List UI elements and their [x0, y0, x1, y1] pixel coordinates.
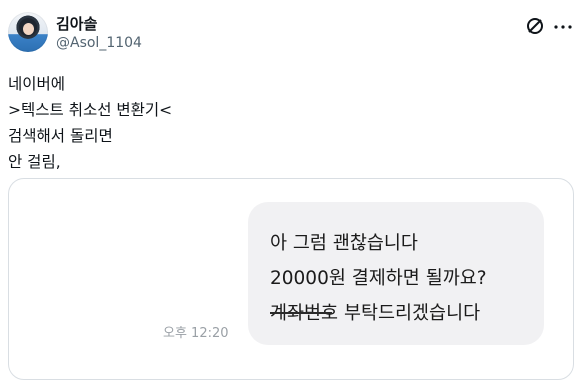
- post-line: 검색해서 돌리면: [8, 127, 113, 145]
- chat-message-line: 아 그럼 괜찮습니다: [270, 233, 418, 254]
- avatar-face: [23, 23, 34, 35]
- author-display-name[interactable]: 김아솔: [56, 13, 97, 34]
- avatar[interactable]: [8, 12, 48, 52]
- strikethrough-mark: [270, 312, 332, 314]
- author-handle[interactable]: @Asol_1104: [56, 35, 142, 51]
- grok-icon[interactable]: [525, 16, 545, 36]
- more-dots-icon[interactable]: [553, 25, 573, 29]
- chat-message-line: 20000원 결제하면 될까요?: [270, 268, 487, 289]
- chat-timestamp: 오후 12:20: [163, 326, 229, 341]
- post-line: 안 걸림,: [8, 153, 61, 171]
- post-text: 네이버에 >텍스트 취소선 변환기< 검색해서 돌리면 안 걸림,: [8, 71, 548, 175]
- post-line: >텍스트 취소선 변환기<: [8, 101, 173, 119]
- post-media-card[interactable]: 아 그럼 괜찮습니다 20000원 결제하면 될까요? 계좌번호 부탁드리겠습니…: [8, 178, 574, 380]
- post-line: 네이버에: [8, 75, 66, 93]
- chat-message-bubble: 아 그럼 괜찮습니다 20000원 결제하면 될까요? 계좌번호 부탁드리겠습니…: [248, 202, 544, 345]
